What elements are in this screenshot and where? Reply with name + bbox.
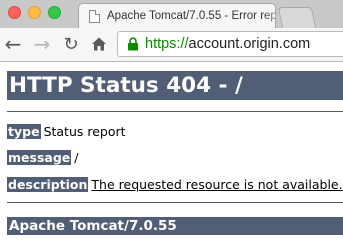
reload-icon: ↻ [63, 33, 79, 55]
type-value: Status report [43, 124, 126, 139]
error-heading: HTTP Status 404 - / [9, 73, 243, 98]
window-maximize-button[interactable] [48, 6, 61, 19]
divider [7, 111, 343, 112]
reload-button[interactable]: ↻ [61, 33, 81, 55]
message-row: message / [7, 150, 78, 165]
window-titlebar: Apache Tomcat/7.0.55 - Error report [0, 0, 343, 28]
address-url: https://account.origin.com [145, 36, 310, 52]
server-footer-bar: Apache Tomcat/7.0.55 [7, 217, 343, 235]
error-heading-bar: HTTP Status 404 - / [7, 71, 343, 100]
divider [7, 202, 343, 203]
back-button[interactable]: ← [3, 32, 23, 56]
browser-toolbar: ← → ↻ https://account.origin.com [0, 28, 343, 62]
window-minimize-button[interactable] [28, 6, 41, 19]
page-content: HTTP Status 404 - / type Status report m… [0, 62, 343, 247]
browser-tab-active[interactable]: Apache Tomcat/7.0.55 - Error report [78, 3, 276, 28]
lock-icon [128, 37, 138, 51]
url-scheme: https:// [145, 36, 189, 52]
description-label: description [7, 177, 89, 192]
window-close-button[interactable] [8, 6, 21, 19]
message-label: message [7, 150, 72, 165]
home-icon [92, 37, 106, 51]
page-icon [89, 9, 100, 23]
tab-title: Apache Tomcat/7.0.55 - Error report [107, 10, 276, 22]
address-bar[interactable]: https://account.origin.com [117, 31, 343, 57]
home-button[interactable] [89, 33, 109, 55]
forward-button[interactable]: → [32, 32, 52, 56]
url-host: account.origin.com [188, 36, 311, 52]
server-footer: Apache Tomcat/7.0.55 [9, 218, 177, 234]
description-row: description The requested resource is no… [7, 177, 343, 192]
new-tab-button[interactable] [277, 7, 317, 28]
forward-arrow-icon: → [33, 32, 51, 56]
description-value: The requested resource is not available. [91, 177, 343, 192]
back-arrow-icon: ← [4, 32, 22, 56]
type-label: type [7, 124, 41, 139]
message-value: / [74, 150, 79, 165]
type-row: type Status report [7, 124, 126, 139]
